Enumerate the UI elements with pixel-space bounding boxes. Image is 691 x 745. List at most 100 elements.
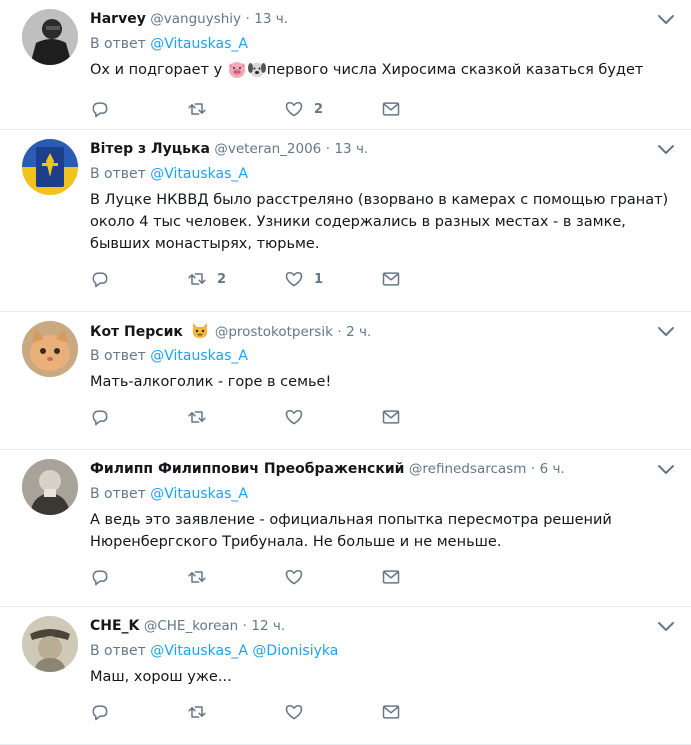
tweet[interactable]: Вітер з Луцька @veteran_2006 · 13 ч. В о… <box>0 130 691 312</box>
reply-icon <box>92 102 108 118</box>
reply-button[interactable] <box>90 702 187 722</box>
like-icon <box>285 272 303 287</box>
reply-button[interactable] <box>90 407 187 427</box>
author-name[interactable]: Филипп Филиппович Преображенский <box>90 461 404 477</box>
author-name[interactable]: Кот Персик <box>90 324 183 340</box>
author-name[interactable]: Harvey <box>90 11 146 27</box>
tweet[interactable]: Филипп Филиппович Преображенский @refine… <box>0 450 691 607</box>
tweet[interactable]: Harvey @vanguyshiy · 13 ч. В ответ @Vita… <box>0 0 691 130</box>
chevron-down-icon[interactable] <box>657 142 675 156</box>
author-handle[interactable]: @veteran_2006 <box>214 141 321 157</box>
direct-message-button[interactable] <box>381 567 478 587</box>
dm-icon <box>382 410 400 424</box>
direct-message-button[interactable] <box>381 99 478 119</box>
reply-mention-link[interactable]: @Dionisiyka <box>252 643 338 659</box>
tweet-feed: Harvey @vanguyshiy · 13 ч. В ответ @Vita… <box>0 0 691 745</box>
reply-context: В ответ @Vitauskas_A <box>90 34 671 54</box>
retweet-button[interactable] <box>187 567 284 587</box>
author-handle[interactable]: @CHE_korean <box>144 618 238 634</box>
chevron-down-icon[interactable] <box>657 462 675 476</box>
reply-context: В ответ @Vitauskas_A <box>90 484 671 504</box>
retweet-button[interactable] <box>187 407 284 427</box>
retweet-button[interactable] <box>187 99 284 119</box>
tweet-actions: 2 1 <box>90 269 671 289</box>
retweet-icon <box>188 273 206 285</box>
dm-icon <box>382 102 400 116</box>
retweet-icon <box>188 411 206 423</box>
author-handle[interactable]: @prostokotpersik <box>215 324 333 340</box>
retweet-icon <box>188 706 206 718</box>
dm-icon <box>382 272 400 286</box>
timestamp[interactable]: 2 ч. <box>346 324 371 340</box>
avatar[interactable] <box>22 9 78 65</box>
tweet-text: А ведь это заявление - официальная попыт… <box>90 512 612 550</box>
direct-message-button[interactable] <box>381 407 478 427</box>
reply-icon <box>92 705 108 721</box>
pig-face-icon <box>227 60 247 85</box>
tweet-actions: 2 <box>90 99 671 119</box>
reply-prefix: В ответ <box>90 348 146 364</box>
retweet-button[interactable]: 2 <box>187 269 284 289</box>
reply-prefix: В ответ <box>90 486 146 502</box>
reply-prefix: В ответ <box>90 166 146 182</box>
retweet-icon <box>188 571 206 583</box>
like-button[interactable] <box>284 567 381 587</box>
cat-face-icon <box>190 321 210 345</box>
like-button[interactable] <box>284 407 381 427</box>
separator: · <box>337 324 342 340</box>
author-handle[interactable]: @refinedsarcasm <box>409 461 526 477</box>
chevron-down-icon[interactable] <box>657 324 675 338</box>
reply-icon <box>92 272 108 288</box>
reply-context: В ответ @Vitauskas_A <box>90 346 671 366</box>
like-icon <box>285 570 303 585</box>
tweet-text-part: Ох и подгорает у <box>90 62 227 78</box>
dm-icon <box>382 705 400 719</box>
retweet-count: 2 <box>217 271 227 287</box>
like-icon <box>285 410 303 425</box>
direct-message-button[interactable] <box>381 269 478 289</box>
author-handle[interactable]: @vanguyshiy <box>150 11 241 27</box>
author-name[interactable]: Вітер з Луцька <box>90 141 210 157</box>
avatar[interactable] <box>22 616 78 672</box>
tweet-text: Ох и подгорает у первого числа Хиросима … <box>90 59 671 85</box>
avatar[interactable] <box>22 459 78 515</box>
reply-button[interactable] <box>90 269 187 289</box>
dog-face-icon <box>247 60 267 85</box>
timestamp[interactable]: 13 ч. <box>254 11 288 27</box>
like-button[interactable]: 1 <box>284 269 381 289</box>
reply-button[interactable] <box>90 567 187 587</box>
reply-icon <box>92 410 108 426</box>
retweet-button[interactable] <box>187 702 284 722</box>
timestamp[interactable]: 13 ч. <box>334 141 368 157</box>
direct-message-button[interactable] <box>381 702 478 722</box>
reply-prefix: В ответ <box>90 643 146 659</box>
reply-context: В ответ @Vitauskas_A <box>90 164 671 184</box>
tweet[interactable]: CHE_K @CHE_korean · 12 ч. В ответ @Vitau… <box>0 607 691 745</box>
separator: · <box>242 618 247 634</box>
reply-mention-link[interactable]: @Vitauskas_A <box>150 36 248 52</box>
tweet-text: Мать-алкоголик - горе в семье! <box>90 374 332 390</box>
chevron-down-icon[interactable] <box>657 619 675 633</box>
tweet-text: В Луцке НКВВД было расстреляно (взорвано… <box>90 192 669 252</box>
dm-icon <box>382 570 400 584</box>
reply-mention-link[interactable]: @Vitauskas_A <box>150 643 248 659</box>
reply-prefix: В ответ <box>90 36 146 52</box>
like-icon <box>285 102 303 117</box>
avatar[interactable] <box>22 139 78 195</box>
like-button[interactable] <box>284 702 381 722</box>
author-name[interactable]: CHE_K <box>90 618 139 634</box>
timestamp[interactable]: 12 ч. <box>251 618 285 634</box>
tweet-actions <box>90 407 671 427</box>
tweet-actions <box>90 702 671 722</box>
reply-mention-link[interactable]: @Vitauskas_A <box>150 166 248 182</box>
like-button[interactable]: 2 <box>284 99 381 119</box>
tweet-actions <box>90 567 671 587</box>
reply-mention-link[interactable]: @Vitauskas_A <box>150 348 248 364</box>
avatar[interactable] <box>22 321 78 377</box>
reply-mention-link[interactable]: @Vitauskas_A <box>150 486 248 502</box>
timestamp[interactable]: 6 ч. <box>540 461 565 477</box>
like-count: 2 <box>314 101 324 117</box>
tweet[interactable]: Кот Персик @prostokotpersik · 2 ч. В отв… <box>0 312 691 450</box>
chevron-down-icon[interactable] <box>657 12 675 26</box>
reply-button[interactable] <box>90 99 187 119</box>
